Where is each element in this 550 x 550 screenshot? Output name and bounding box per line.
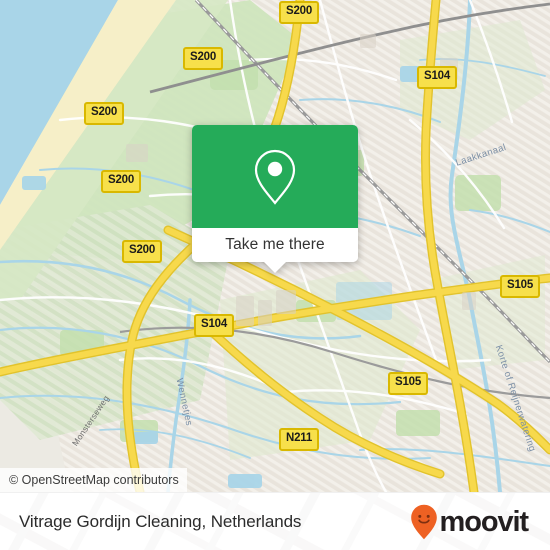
road-shield-s200-4: S200 bbox=[101, 170, 142, 193]
moovit-wordmark: moovit bbox=[439, 505, 530, 538]
take-me-there-label: Take me there bbox=[225, 236, 325, 253]
road-shield-s200-3: S200 bbox=[84, 102, 125, 125]
popup-header bbox=[192, 125, 358, 228]
road-shield-s104-2: S104 bbox=[194, 314, 235, 337]
popup-card[interactable]: Take me there bbox=[192, 125, 358, 262]
road-shield-n211: N211 bbox=[279, 428, 320, 451]
road-shield-s200-1: S200 bbox=[279, 1, 320, 24]
road-shield-s105-2: S105 bbox=[388, 372, 429, 395]
location-title: Vitrage Gordijn Cleaning, Netherlands bbox=[19, 512, 302, 531]
location-popup[interactable]: Take me there bbox=[192, 125, 358, 273]
road-shield-s104-1: S104 bbox=[417, 66, 458, 89]
road-shield-s105-1: S105 bbox=[500, 275, 541, 298]
road-shield-s200-2: S200 bbox=[183, 47, 224, 70]
map-canvas[interactable]: S200 S200 S200 S200 S200 S104 S105 S104 … bbox=[0, 0, 550, 492]
moovit-map-screenshot: S200 S200 S200 S200 S200 S104 S105 S104 … bbox=[0, 0, 550, 550]
road-shield-s200-5: S200 bbox=[122, 240, 163, 263]
moovit-smiley-pin-icon bbox=[410, 504, 437, 540]
moovit-brand[interactable]: moovit bbox=[410, 504, 530, 540]
osm-attribution[interactable]: © OpenStreetMap contributors bbox=[0, 468, 187, 492]
popup-pointer bbox=[264, 262, 286, 273]
osm-attribution-text: © OpenStreetMap contributors bbox=[9, 473, 179, 487]
popup-footer[interactable]: Take me there bbox=[192, 228, 358, 262]
page-footer: Vitrage Gordijn Cleaning, Netherlands mo… bbox=[0, 492, 550, 550]
map-pin-icon bbox=[254, 149, 296, 205]
